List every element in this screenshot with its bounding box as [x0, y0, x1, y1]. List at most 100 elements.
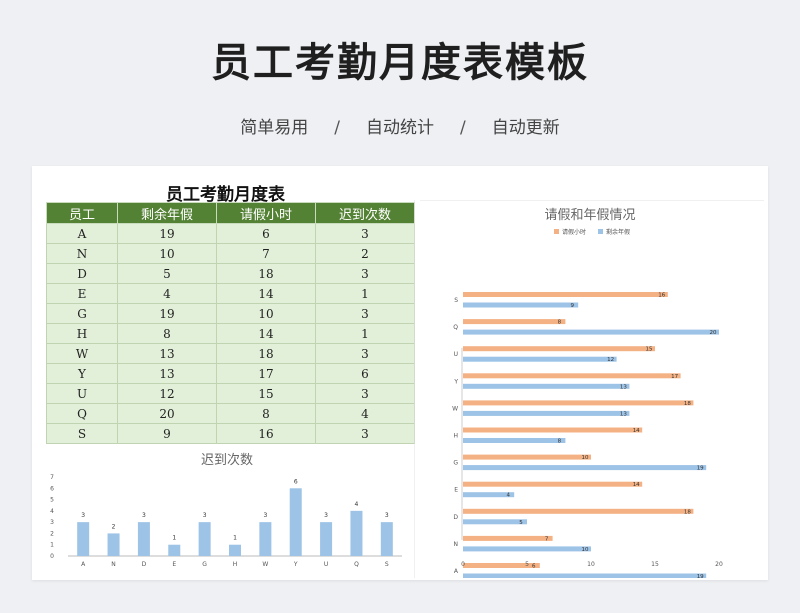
bar-leave-hours — [463, 454, 591, 460]
bar-annual-leave — [463, 383, 630, 389]
bar-annual-leave — [463, 573, 707, 578]
cell-late-count: 1 — [315, 323, 415, 344]
cell-annual-leave: 19 — [117, 223, 217, 244]
header-annual-leave: 剩余年假 — [117, 202, 217, 224]
data-label: 17 — [671, 374, 678, 380]
y-tick-label: G — [453, 460, 458, 467]
bar — [380, 522, 393, 556]
data-label: 12 — [607, 357, 614, 363]
table-row: G 19 10 3 — [46, 303, 415, 324]
cell-annual-leave: 12 — [117, 383, 217, 404]
bar — [229, 544, 241, 556]
feature-tagline: 简单易用 / 自动统计 / 自动更新 — [0, 113, 800, 138]
bar — [137, 522, 150, 556]
legend-label: 剩余年假 — [606, 228, 630, 236]
bar-leave-hours — [463, 373, 681, 379]
chart-title: 请假和年假情况 — [544, 208, 635, 223]
y-tick-label: 5 — [50, 497, 54, 504]
y-tick-label: N — [454, 541, 459, 548]
cell-employee: H — [46, 323, 118, 344]
table-row: Q 20 8 4 — [46, 403, 415, 424]
data-label: 4 — [506, 493, 510, 499]
cell-annual-leave: 10 — [117, 243, 217, 264]
bar-leave-hours — [463, 508, 694, 514]
cell-late-count: 2 — [315, 243, 415, 264]
table-row: A 19 6 3 — [46, 223, 415, 244]
attendance-table: 员工 剩余年假 请假小时 迟到次数 A 19 6 3 N 10 7 2 D 5 18 3 E 4 14 1 G 1… — [46, 202, 415, 444]
x-tick-label: S — [385, 561, 389, 568]
table-header-row: 员工 剩余年假 请假小时 迟到次数 — [46, 202, 415, 224]
cell-leave-hours: 10 — [216, 303, 316, 324]
table-row: Y 13 17 6 — [46, 363, 415, 384]
data-label: 3 — [324, 512, 328, 519]
x-tick-label: E — [172, 561, 176, 568]
x-tick-label: A — [81, 561, 86, 568]
data-label: 3 — [385, 512, 389, 519]
bar — [259, 522, 272, 556]
separator: / — [460, 118, 466, 138]
bar — [289, 488, 302, 556]
y-tick-label: 2 — [50, 530, 54, 537]
cell-annual-leave: 8 — [117, 323, 217, 344]
cell-leave-hours: 18 — [216, 343, 316, 364]
chart-title: 迟到次数 — [201, 452, 253, 468]
cell-employee: N — [46, 243, 118, 264]
data-label: 16 — [658, 293, 665, 299]
feature-auto-stat: 自动统计 — [366, 118, 434, 138]
data-label: 18 — [684, 509, 691, 515]
separator: / — [334, 118, 340, 138]
bar-annual-leave — [463, 329, 719, 335]
x-tick-label: Y — [293, 561, 298, 568]
data-label: 19 — [697, 574, 704, 578]
cell-annual-leave: 9 — [117, 423, 217, 444]
cell-leave-hours: 14 — [216, 323, 316, 344]
data-label: 3 — [263, 512, 267, 519]
header-leave-hours: 请假小时 — [216, 202, 316, 224]
cell-late-count: 6 — [315, 363, 415, 384]
bar-annual-leave — [463, 546, 591, 552]
cell-employee: G — [46, 303, 118, 324]
table-row: H 8 14 1 — [46, 323, 415, 344]
cell-employee: D — [46, 263, 118, 284]
data-label: 8 — [558, 439, 562, 445]
bar-annual-leave — [463, 356, 617, 362]
y-tick-label: 1 — [50, 542, 54, 549]
cell-leave-hours: 14 — [216, 283, 316, 304]
bar-leave-hours — [463, 319, 566, 325]
bar-leave-hours — [463, 481, 643, 487]
cell-annual-leave: 13 — [117, 363, 217, 384]
data-label: 18 — [684, 401, 691, 407]
late-count-chart: 迟到次数 0 1 2 3 4 5 6 7 3 A 2 N 3 D 1 E 3 G 1 H 3 W 6 Y 3 U 4 Q 3 S — [50, 452, 402, 568]
leave-chart: 请假和年假情况请假小时 剩余年假 S 16 9 Q 8 20 U 15 12 Y 17 13 W 18 13 H 1… — [414, 200, 764, 578]
x-tick-label: G — [202, 561, 207, 568]
table-row: S 9 16 3 — [46, 423, 415, 444]
x-tick-label: 0 — [461, 561, 465, 568]
cell-annual-leave: 19 — [117, 303, 217, 324]
data-label: 10 — [582, 547, 589, 553]
x-tick-label: H — [233, 561, 238, 568]
y-tick-label: 6 — [50, 485, 54, 492]
x-tick-label: D — [142, 561, 147, 568]
y-tick-label: D — [453, 514, 458, 521]
bar-leave-hours — [463, 400, 694, 406]
cell-leave-hours: 8 — [216, 403, 316, 424]
data-label: 15 — [646, 347, 653, 353]
data-label: 1 — [233, 535, 237, 542]
x-tick-label: 5 — [525, 561, 529, 568]
y-tick-label: A — [454, 568, 459, 575]
bar-leave-hours — [463, 535, 553, 541]
x-tick-label: 20 — [715, 561, 723, 568]
legend-label: 请假小时 — [562, 228, 586, 236]
cell-leave-hours: 6 — [216, 223, 316, 244]
bar-leave-hours — [463, 292, 668, 297]
cell-leave-hours: 15 — [216, 383, 316, 404]
y-tick-label: H — [453, 433, 458, 440]
cell-employee: U — [46, 383, 118, 404]
y-tick-label: 0 — [50, 553, 54, 560]
x-tick-label: Q — [354, 561, 359, 568]
table-row: E 4 14 1 — [46, 283, 415, 304]
x-tick-label: W — [262, 561, 268, 568]
bar — [77, 522, 90, 556]
x-tick-label: N — [111, 561, 116, 568]
data-label: 20 — [710, 330, 717, 336]
